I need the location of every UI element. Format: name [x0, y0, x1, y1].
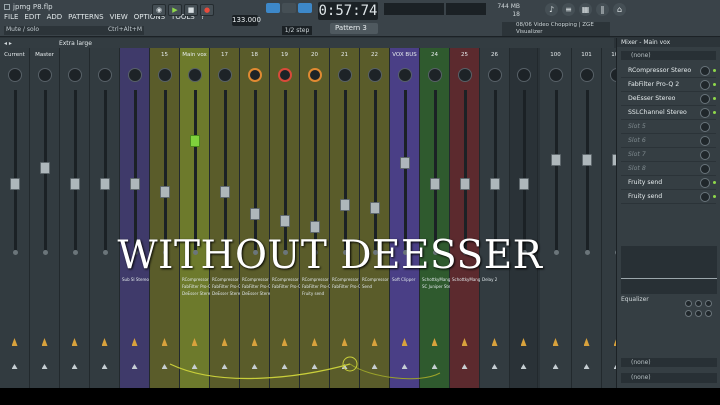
title-row: jpmg P8.flp — [4, 2, 53, 12]
metronome-toggle[interactable] — [266, 3, 280, 13]
stop-button[interactable]: ■ — [184, 4, 198, 16]
mix-level-knob[interactable] — [700, 192, 710, 202]
hint-shortcut: Ctrl+Alt+M — [107, 26, 142, 33]
eq-high-knob[interactable] — [705, 300, 712, 307]
mix-level-knob[interactable] — [700, 164, 710, 174]
menu-item-view[interactable]: VIEW — [110, 13, 128, 21]
record-button[interactable]: ● — [200, 4, 214, 16]
slot-enable-led[interactable] — [713, 69, 716, 72]
letterbox-bar — [0, 388, 720, 405]
oscilloscope — [384, 3, 444, 15]
menu-item-file[interactable]: FILE — [4, 13, 18, 21]
mixer-icon[interactable]: ‖ — [596, 3, 609, 16]
input-selector[interactable]: (none) — [621, 51, 716, 60]
daw-window: jpmg P8.flp FILE EDIT ADD PATTERNS VIEW OPTIO… — [0, 0, 720, 388]
playlist-icon[interactable]: ♪ — [545, 3, 558, 16]
panel-title: Mixer - Main vox — [617, 38, 720, 47]
slot-enable-led[interactable] — [713, 97, 716, 100]
effect-slot-label: FabFilter Pro-Q 2 — [628, 81, 680, 88]
menu-item-edit[interactable]: EDIT — [24, 13, 40, 21]
mixer-header: ◂ ▸ Extra large — [0, 38, 614, 48]
effect-slot[interactable]: Fruity send — [621, 190, 716, 204]
mixer-layout-preset[interactable]: Extra large — [59, 40, 92, 47]
slot-enable-led[interactable] — [713, 195, 716, 198]
effect-slot[interactable]: FabFilter Pro-Q 2 — [621, 78, 716, 92]
video-caption: WITHOUT DEESSER — [117, 233, 543, 278]
output-selector[interactable]: (none) — [621, 358, 717, 367]
window-menu-icon[interactable] — [4, 4, 10, 10]
mixer-menu-icon[interactable]: ◂ ▸ — [4, 40, 12, 47]
effect-slot[interactable]: Slot 7 — [621, 148, 716, 162]
effect-slot[interactable]: Slot 5 — [621, 120, 716, 134]
mix-level-knob[interactable] — [700, 80, 710, 90]
effect-slot-label: Slot 6 — [628, 137, 646, 144]
eq-low-freq-knob[interactable] — [685, 310, 692, 317]
eq-curve — [621, 278, 717, 279]
snap-selector[interactable]: 1/2 step — [282, 26, 312, 35]
hint-bar: Mute / solo Ctrl+Alt+M — [4, 26, 144, 35]
wait-input-toggle[interactable] — [282, 3, 296, 13]
loop-record-toggle[interactable] — [298, 3, 312, 13]
mix-level-knob[interactable] — [700, 122, 710, 132]
song-position-clock[interactable]: 0:57:74 — [318, 2, 378, 20]
effect-slot[interactable]: Slot 6 — [621, 134, 716, 148]
mix-level-knob[interactable] — [700, 66, 710, 76]
polyphony-value: 18 — [512, 11, 520, 18]
effect-slot-label: Slot 8 — [628, 165, 646, 172]
effect-slot-label: Slot 5 — [628, 123, 646, 130]
window-icons: ♪ ≡ ▦ ‖ ⌂ — [545, 3, 626, 16]
mix-level-knob[interactable] — [700, 178, 710, 188]
effect-slot-label: Fruity send — [628, 193, 663, 200]
effect-slot[interactable]: Fruity send — [621, 176, 716, 190]
pat-song-toggle[interactable]: ◉ — [152, 4, 166, 16]
effect-slot[interactable]: Slot 8 — [621, 162, 716, 176]
play-button[interactable]: ▶ — [168, 4, 182, 16]
channel-rack-icon[interactable]: ▦ — [579, 3, 592, 16]
slot-enable-led[interactable] — [713, 111, 716, 114]
tempo-display[interactable]: 133.000 — [232, 15, 261, 26]
routing-cables — [169, 356, 441, 380]
news-line-2: Visualizer — [516, 29, 543, 35]
slot-enable-led[interactable] — [713, 83, 716, 86]
memory-value: 744 MB — [497, 3, 520, 10]
channel-settings-panel: Mixer - Main vox (none) RCompressor Ster… — [616, 38, 720, 388]
effect-slot-label: DeEsser Stereo — [628, 95, 676, 102]
effect-slot-label: SSLChannel Stereo — [628, 109, 687, 116]
effect-slots: RCompressor Stereo FabFilter Pro-Q 2 DeEss… — [617, 64, 720, 204]
cpu-meter — [446, 3, 486, 15]
menu-item-add[interactable]: ADD — [47, 13, 63, 21]
mix-level-knob[interactable] — [700, 150, 710, 160]
mix-level-knob[interactable] — [700, 108, 710, 118]
eq-low-knob[interactable] — [685, 300, 692, 307]
effect-slot[interactable]: SSLChannel Stereo — [621, 106, 716, 120]
mix-level-knob[interactable] — [700, 136, 710, 146]
project-title: jpmg P8.flp — [13, 3, 53, 11]
news-panel[interactable]: 08/06 Video Chopping | ZGE Visualizer — [502, 22, 610, 36]
menu-item-patterns[interactable]: PATTERNS — [68, 13, 103, 21]
effect-slot[interactable]: DeEsser Stereo — [621, 92, 716, 106]
effect-slot-label: RCompressor Stereo — [628, 67, 692, 74]
eq-high-freq-knob[interactable] — [705, 310, 712, 317]
slot-enable-led[interactable] — [713, 181, 716, 184]
mode-buttons — [266, 3, 312, 13]
mix-level-knob[interactable] — [700, 94, 710, 104]
eq-mid-freq-knob[interactable] — [695, 310, 702, 317]
eq-label: Equalizer — [621, 296, 649, 303]
browser-icon[interactable]: ⌂ — [613, 3, 626, 16]
output-selector-2[interactable]: (none) — [621, 373, 717, 383]
hint-text: Mute / solo — [6, 26, 39, 33]
effect-slot-label: Fruity send — [628, 179, 663, 186]
piano-roll-icon[interactable]: ≡ — [562, 3, 575, 16]
eq-mid-knob[interactable] — [695, 300, 702, 307]
news-line-1: 08/06 Video Chopping | ZGE — [516, 22, 594, 28]
transport-controls: ◉ ▶ ■ ● — [152, 4, 214, 16]
memory-readout: 744 MB 18 — [488, 3, 520, 19]
top-toolbar: jpmg P8.flp FILE EDIT ADD PATTERNS VIEW OPTIO… — [0, 0, 720, 37]
effect-slot-label: Slot 7 — [628, 151, 646, 158]
effect-slot[interactable]: RCompressor Stereo — [621, 64, 716, 78]
pattern-selector[interactable]: Pattern 3 — [330, 23, 378, 34]
